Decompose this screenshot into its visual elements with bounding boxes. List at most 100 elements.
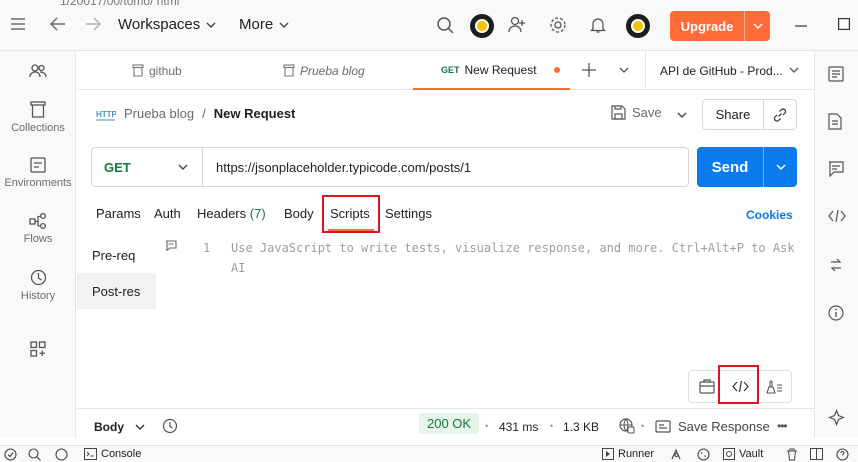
tabs-overflow-chevron-icon[interactable] [619,67,629,73]
minimize-icon[interactable] [795,25,807,27]
top-bar: 1/20017/00/tomo/ html Workspaces More Up… [0,0,858,51]
tab-github[interactable]: github [132,51,182,90]
sidebar-item-label: History [20,290,56,302]
right-sidebar [814,51,858,438]
save-options-chevron-icon[interactable] [677,112,687,118]
comments-icon[interactable] [828,161,844,177]
help-question-icon[interactable] [836,448,849,461]
request-title[interactable]: New Request [214,106,296,121]
settings-gear-icon[interactable] [549,16,567,34]
invite-user-icon[interactable] [508,16,526,34]
comment-icon[interactable] [165,240,177,251]
left-sidebar: Collections Environments Flows History [0,51,76,438]
new-tab-plus-icon[interactable] [582,63,596,77]
tab-new-request[interactable]: GET New Request [413,51,570,90]
sidebar-item-label: Environments [4,177,72,189]
user-avatar[interactable] [626,14,650,38]
forward-arrow-icon[interactable] [85,17,101,31]
more-menu[interactable]: More [239,16,289,33]
runner-label: Runner [618,448,655,460]
post-response-script-tab[interactable]: Post-res [77,273,156,309]
clipped-title: 1/20017/00/tomo/ html [60,0,180,8]
headers-label: Headers [197,206,247,221]
method-selector[interactable]: GET [92,148,203,186]
network-globe-icon[interactable] [619,418,635,434]
more-actions-icon[interactable]: ••• [777,419,788,433]
related-collections-icon[interactable] [828,257,844,273]
trash-icon [132,64,144,77]
status-badge[interactable]: 200 OK [419,413,480,434]
response-size[interactable]: 1.3 KB [563,420,599,434]
response-history-icon[interactable] [162,418,178,434]
http-request-icon: HTTP [96,107,116,121]
documentation-icon[interactable] [828,66,844,82]
sidebar-item-label: Flows [23,233,53,245]
script-editor[interactable]: 1 Use JavaScript to write tests, visuali… [157,236,814,408]
code-icon[interactable] [828,209,846,223]
capture-requests-icon[interactable] [670,448,683,461]
tab-label: Prueba blog [300,63,365,78]
environment-label: API de GitHub - Prod... [660,63,783,78]
editor-placeholder-line1: Use JavaScript to write tests, visualize… [231,241,795,255]
cookies-icon[interactable] [697,448,710,461]
svg-text:HTTP: HTTP [96,110,116,119]
sidebar-item-collections[interactable]: Collections [0,101,76,134]
tab-method: GET [441,64,460,75]
tab-auth[interactable]: Auth [154,206,181,221]
vault-label: Vault [739,448,764,460]
response-body-selector[interactable]: Body [94,420,145,434]
snippets-button-highlight [718,365,759,404]
sidebar-item-label: Collections [11,122,65,134]
team-icon [29,63,47,79]
send-button[interactable]: Send [697,147,797,187]
menu-icon[interactable] [11,18,25,30]
save-response-label: Save Response [678,419,770,434]
chevron-down-icon[interactable] [745,23,770,29]
file-icon[interactable] [828,113,842,130]
tab-params[interactable]: Params [96,206,141,221]
tab-settings[interactable]: Settings [385,206,432,221]
tab-prueba-blog[interactable]: Prueba blog [283,51,365,90]
copy-link-icon[interactable] [764,107,796,123]
flows-icon [29,213,47,229]
vault-button[interactable]: Vault [723,448,763,460]
maximize-icon[interactable] [838,18,850,30]
sidebar-item-flows[interactable]: Flows [0,213,76,245]
breadcrumb: HTTP Prueba blog / New Request [96,106,295,121]
tab-body[interactable]: Body [284,206,314,221]
save-response-button[interactable]: Save Response [655,419,770,434]
chevron-down-icon [206,22,216,28]
cookies-link[interactable]: Cookies [746,208,793,222]
search-icon[interactable] [437,17,454,34]
sidebar-item-history[interactable]: History [0,269,76,302]
notifications-bell-icon[interactable] [590,16,606,34]
upgrade-button[interactable]: Upgrade [670,11,770,41]
share-button[interactable]: Share [703,107,763,122]
trash-icon[interactable] [786,448,798,461]
find-replace-icon[interactable] [28,448,41,461]
sidebar-item-environments[interactable]: Environments [0,157,76,189]
sidebar-item-add-workspace[interactable] [0,341,76,361]
environment-selector[interactable]: API de GitHub - Prod... [645,51,814,90]
back-arrow-icon[interactable] [50,17,66,31]
runner-button[interactable]: Runner [602,448,654,460]
console-button[interactable]: Console [84,448,141,460]
url-input[interactable]: https://jsonplaceholder.typicode.com/pos… [203,160,471,175]
environments-icon [30,157,46,173]
clean-format-icon[interactable] [758,379,791,394]
online-status-icon[interactable] [4,448,17,461]
save-button[interactable]: Save [611,105,662,120]
team-avatar[interactable] [470,14,494,38]
workspaces-menu[interactable]: Workspaces [118,16,216,33]
info-icon[interactable] [828,305,844,321]
sidebar-item-team[interactable] [0,63,76,83]
breadcrumb-parent[interactable]: Prueba blog [124,106,194,121]
response-time[interactable]: 431 ms [499,420,538,434]
pre-request-script-tab[interactable]: Pre-req [77,237,156,273]
tab-headers[interactable]: Headers (7) [197,206,266,221]
send-options-chevron-icon[interactable] [764,164,797,170]
ai-assistant-icon[interactable] [828,409,845,426]
layout-icon[interactable] [810,448,823,460]
help-icon[interactable] [55,448,68,461]
console-label: Console [101,448,142,460]
